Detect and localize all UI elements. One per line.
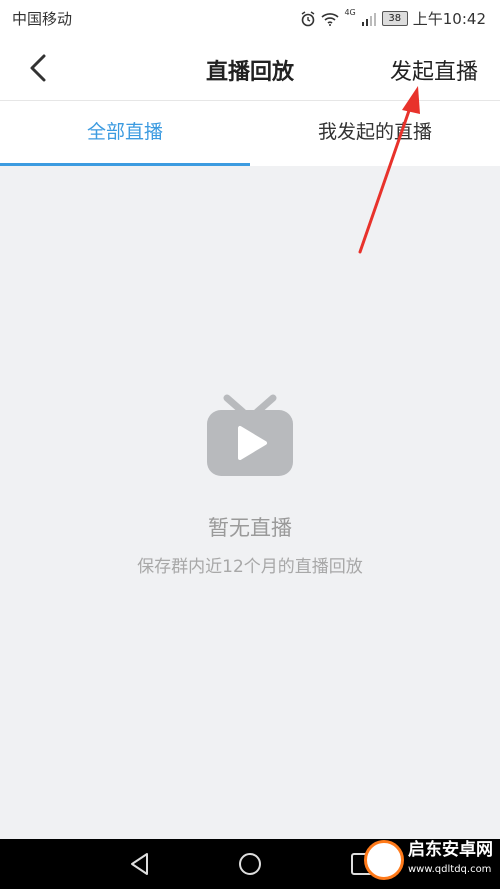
watermark-url: www.qdltdq.com (408, 864, 492, 875)
signal-icon (361, 12, 377, 26)
wifi-icon (321, 12, 340, 26)
watermark: 启东安卓网 www.qdltdq.com (364, 831, 494, 889)
network-type: 4G (344, 8, 356, 17)
watermark-logo-icon (364, 840, 404, 880)
clock: 上午10:42 (412, 10, 486, 28)
empty-state-subtitle: 保存群内近12个月的直播回放 (137, 557, 363, 577)
active-tab-indicator (0, 163, 250, 166)
watermark-name: 启东安卓网 (408, 840, 493, 860)
triangle-back-icon (131, 853, 148, 875)
status-icons: 4G 38 上午10:42 (300, 8, 486, 29)
tab-all-live[interactable]: 全部直播 (0, 101, 250, 166)
tv-icon (205, 394, 295, 478)
status-bar: 中国移动 4G 38 上午10:42 (0, 0, 500, 36)
empty-state-title: 暂无直播 (208, 516, 292, 540)
battery-icon: 38 (381, 11, 408, 26)
carrier-label: 中国移动 (12, 10, 73, 28)
nav-home-button[interactable] (237, 851, 263, 877)
alarm-icon (300, 10, 316, 27)
annotation-arrow-icon (350, 80, 430, 260)
circle-home-icon (239, 853, 261, 875)
nav-back-button[interactable] (127, 851, 153, 877)
